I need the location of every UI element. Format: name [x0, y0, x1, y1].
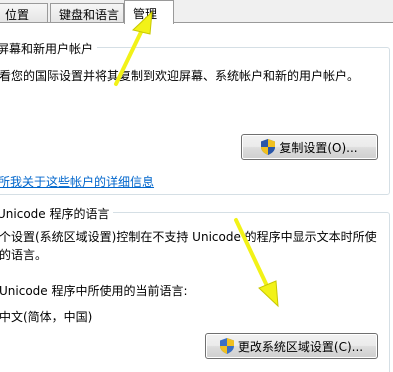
tab-keyboard-language-label: 键盘和语言	[59, 8, 120, 22]
tab-location-label: 位置	[5, 8, 30, 22]
current-language-value: 中文(简体，中国)	[0, 310, 93, 324]
uac-shield-icon	[219, 338, 234, 354]
copy-settings-button[interactable]: 复制设置(O)...	[241, 134, 378, 160]
unicode-group-title: Unicode 程序的语言	[0, 205, 114, 222]
copy-settings-label: 复制设置(O)...	[279, 140, 358, 155]
current-language-label: Unicode 程序中所使用的当前语言:	[0, 284, 188, 298]
change-system-locale-button[interactable]: 更改系统区域设置(C)...	[205, 333, 378, 359]
account-details-link[interactable]: 所我关于这些帐户的详细信息	[0, 173, 154, 190]
change-system-locale-label: 更改系统区域设置(C)...	[237, 339, 364, 354]
tab-keyboard-language[interactable]: 键盘和语言	[50, 3, 124, 23]
tab-strip: 位置 键盘和语言 管理	[0, 0, 393, 24]
tab-location[interactable]: 位置	[0, 3, 48, 23]
welcome-group-title: 屏幕和新用户帐户	[0, 40, 98, 57]
unicode-description-line2: 的语言。	[0, 248, 48, 262]
uac-shield-icon	[261, 139, 276, 155]
unicode-description-line1: 个设置(系统区域设置)控制在不支持 Unicode 的程序中显示文本时所使	[0, 230, 377, 244]
tab-divider	[0, 22, 393, 23]
welcome-description: 看您的国际设置并将其复制到欢迎屏幕、系统帐户和新的用户帐户。	[0, 69, 360, 83]
tab-administrative-label: 管理	[133, 7, 158, 21]
unicode-language-group: Unicode 程序的语言 个设置(系统区域设置)控制在不支持 Unicode …	[0, 205, 390, 372]
tab-administrative[interactable]: 管理	[124, 0, 174, 24]
